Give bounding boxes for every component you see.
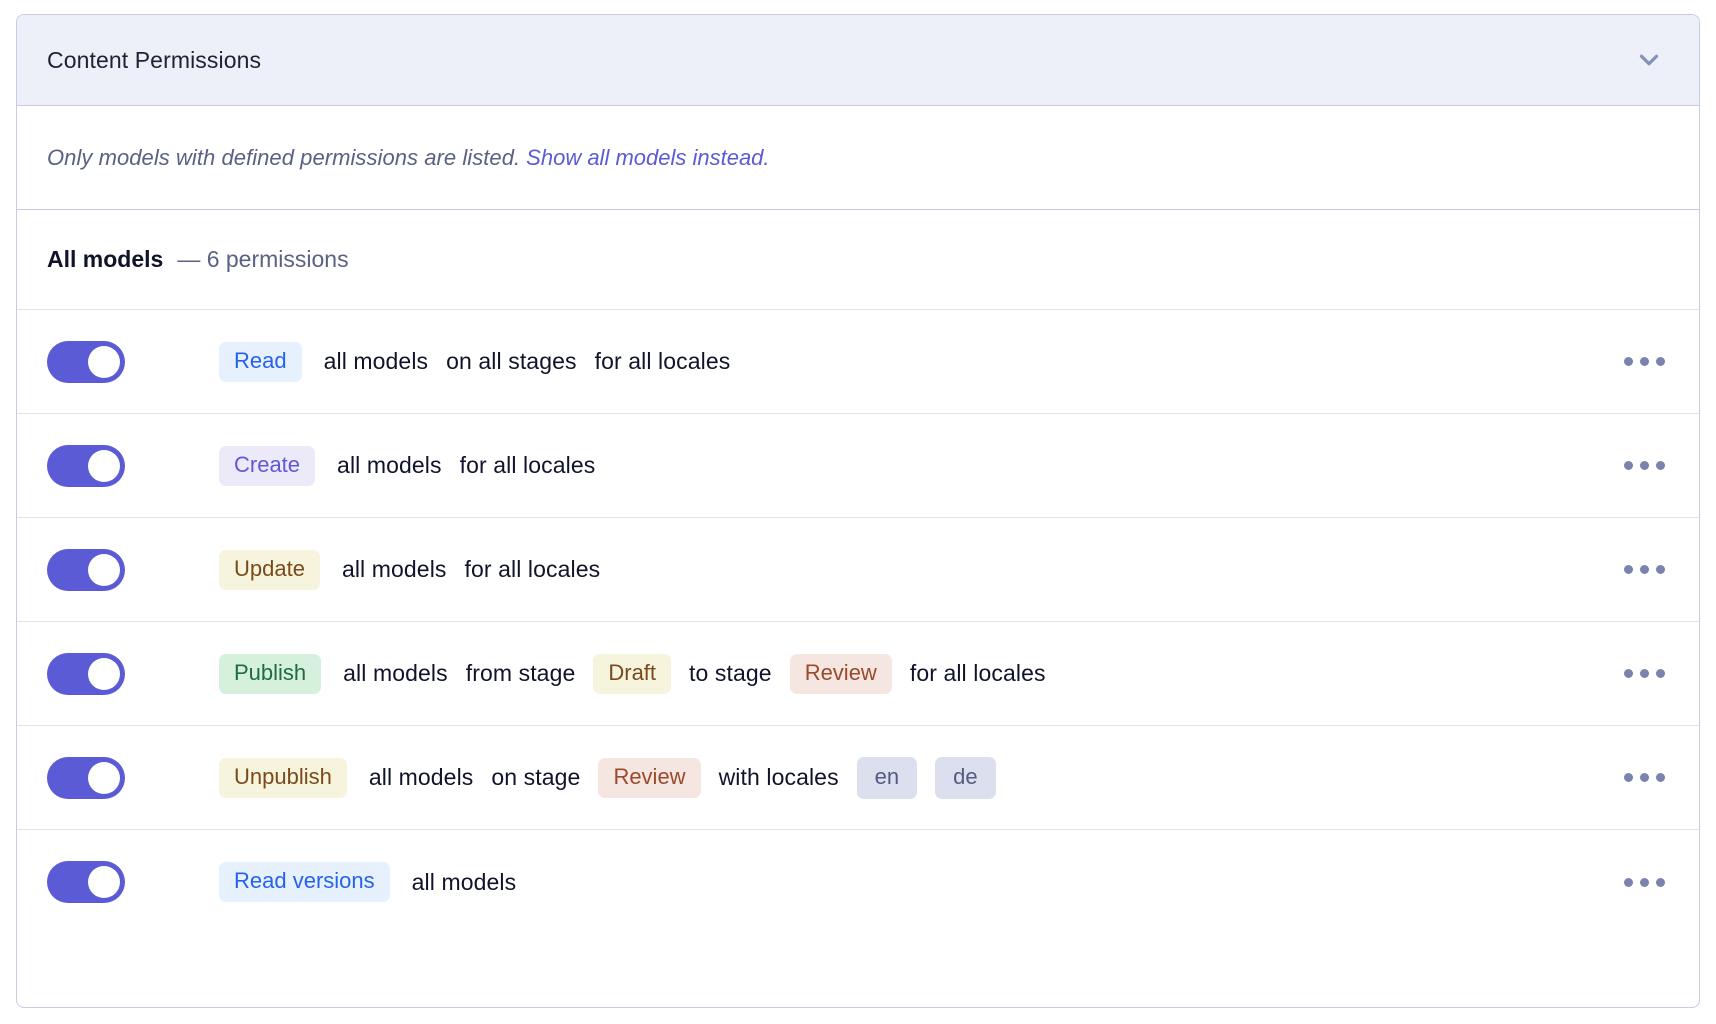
permission-text-fragment: with locales xyxy=(719,764,839,791)
kebab-dot xyxy=(1624,461,1633,470)
page-title: Content Permissions xyxy=(47,47,261,74)
toggle-knob xyxy=(88,658,120,690)
permission-row: Update all models for all locales xyxy=(17,518,1699,622)
kebab-dot xyxy=(1640,461,1649,470)
kebab-menu-icon[interactable] xyxy=(1617,758,1671,798)
permission-text-fragment: to stage xyxy=(689,660,772,687)
permission-row: Unpublish all models on stage Review with lo… xyxy=(17,726,1699,830)
kebab-dot xyxy=(1624,878,1633,887)
permission-text-fragment: all models xyxy=(412,869,517,896)
kebab-menu-icon[interactable] xyxy=(1617,342,1671,382)
permission-toggle-read-versions[interactable] xyxy=(47,861,125,903)
permission-action-badge[interactable]: Create xyxy=(219,446,315,486)
kebab-dot xyxy=(1640,878,1649,887)
permission-toggle-read[interactable] xyxy=(47,341,125,383)
stage-badge[interactable]: Draft xyxy=(593,654,671,694)
permission-toggle-publish[interactable] xyxy=(47,653,125,695)
kebab-dot xyxy=(1656,461,1665,470)
permission-description: Read all models on all stages for all local… xyxy=(219,342,1174,382)
toggle-knob xyxy=(88,346,120,378)
permission-description: Unpublish all models on stage Review with lo… xyxy=(219,757,1306,799)
kebab-menu-icon[interactable] xyxy=(1617,550,1671,590)
kebab-dot xyxy=(1624,357,1633,366)
permission-text-fragment: for all locales xyxy=(910,660,1046,687)
permission-text-fragment: on all stages xyxy=(446,348,576,375)
notice-bar: Only models with defined permissions are… xyxy=(17,106,1699,210)
kebab-dot xyxy=(1656,669,1665,678)
kebab-dot xyxy=(1640,773,1649,782)
kebab-dot xyxy=(1640,357,1649,366)
kebab-dot xyxy=(1624,565,1633,574)
permission-text-fragment: all models xyxy=(343,660,448,687)
kebab-dot xyxy=(1656,878,1665,887)
model-group-name: All models xyxy=(47,246,163,273)
permission-description: Publish all models from stage Draft to stage… xyxy=(219,654,1331,694)
permission-text-fragment: for all locales xyxy=(595,348,731,375)
chevron-down-icon xyxy=(1634,45,1664,75)
permission-text-fragment: from stage xyxy=(466,660,576,687)
content-permissions-page: Content Permissions Only models with def… xyxy=(0,0,1716,1024)
toggle-knob xyxy=(88,866,120,898)
toggle-knob xyxy=(88,554,120,586)
permission-row: Read versions all models xyxy=(17,830,1699,934)
kebab-dot xyxy=(1624,669,1633,678)
permission-text-fragment: all models xyxy=(337,452,442,479)
stage-badge[interactable]: Review xyxy=(790,654,892,694)
card-header[interactable]: Content Permissions xyxy=(17,15,1699,106)
permission-action-badge[interactable]: Unpublish xyxy=(219,758,347,798)
kebab-dot xyxy=(1640,565,1649,574)
kebab-dot xyxy=(1624,773,1633,782)
permission-text-fragment: for all locales xyxy=(465,556,601,583)
kebab-dot xyxy=(1640,669,1649,678)
permission-row: Read all models on all stages for all local… xyxy=(17,310,1699,414)
locale-badge[interactable]: en xyxy=(857,757,917,799)
stage-badge[interactable]: Review xyxy=(598,758,700,798)
permission-text-fragment: all models xyxy=(324,348,429,375)
locale-badge[interactable]: de xyxy=(935,757,995,799)
permission-toggle-create[interactable] xyxy=(47,445,125,487)
permission-description: Create all models for all locales xyxy=(219,446,1106,486)
notice-text: Only models with defined permissions are… xyxy=(47,145,520,171)
permission-action-badge[interactable]: Update xyxy=(219,550,320,590)
permission-action-badge[interactable]: Read xyxy=(219,342,302,382)
permission-row: Create all models for all locales xyxy=(17,414,1699,518)
permission-row: Publish all models from stage Draft to stage… xyxy=(17,622,1699,726)
permission-toggle-update[interactable] xyxy=(47,549,125,591)
permission-description: Update all models for all locales xyxy=(219,550,1109,590)
kebab-menu-icon[interactable] xyxy=(1617,654,1671,694)
permission-description: Read versions all models xyxy=(219,862,1067,902)
kebab-menu-icon[interactable] xyxy=(1617,446,1671,486)
content-permissions-card: Content Permissions Only models with def… xyxy=(16,14,1700,1008)
show-all-models-link[interactable]: Show all models instead. xyxy=(526,145,769,171)
kebab-menu-icon[interactable] xyxy=(1617,862,1671,902)
kebab-dot xyxy=(1656,357,1665,366)
toggle-knob xyxy=(88,450,120,482)
permission-action-badge[interactable]: Publish xyxy=(219,654,321,694)
toggle-knob xyxy=(88,762,120,794)
permission-toggle-unpublish[interactable] xyxy=(47,757,125,799)
permission-text-fragment: all models xyxy=(342,556,447,583)
permission-text-fragment: for all locales xyxy=(460,452,596,479)
kebab-dot xyxy=(1656,565,1665,574)
permission-text-fragment: on stage xyxy=(491,764,580,791)
model-group-permission-count: — 6 permissions xyxy=(177,246,348,273)
model-group-header: All models — 6 permissions xyxy=(17,210,1699,310)
permission-text-fragment: all models xyxy=(369,764,474,791)
kebab-dot xyxy=(1656,773,1665,782)
permission-rows: Read all models on all stages for all local… xyxy=(17,310,1699,1007)
collapse-section-button[interactable] xyxy=(1627,38,1671,82)
permission-action-badge[interactable]: Read versions xyxy=(219,862,390,902)
